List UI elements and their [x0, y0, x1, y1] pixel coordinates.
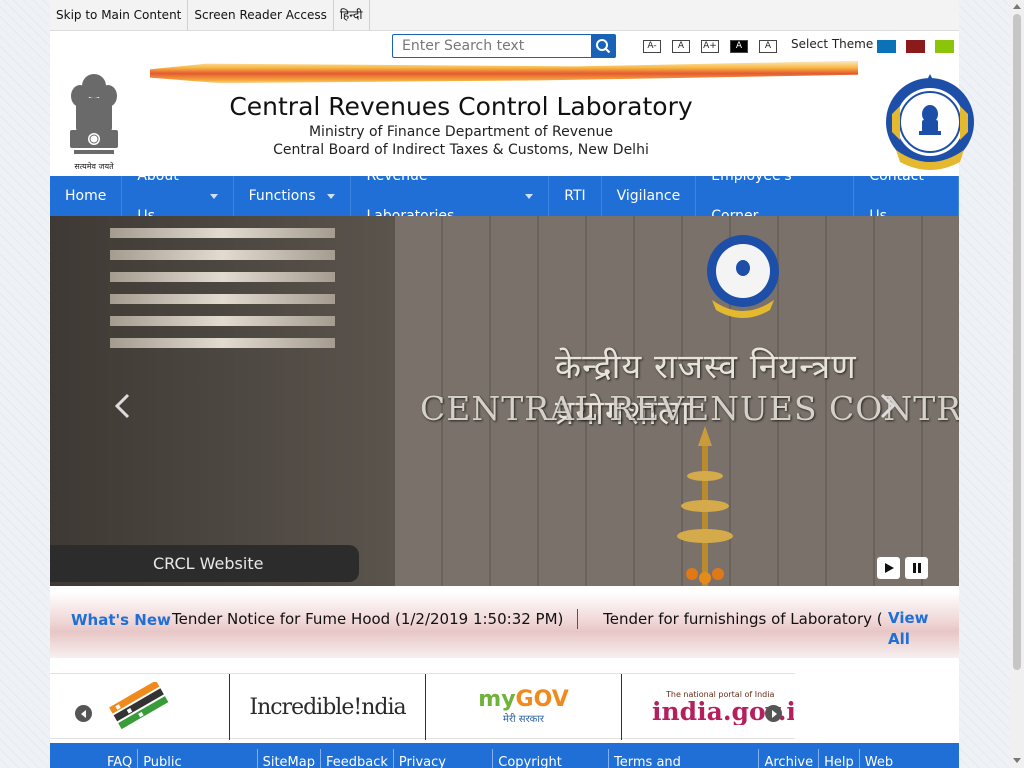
nav-home-label: Home — [65, 188, 107, 204]
font-normal-button[interactable]: A — [672, 40, 690, 53]
scroll-up-arrow-icon[interactable] — [1013, 4, 1021, 9]
page-scrollbar[interactable] — [1010, 0, 1024, 768]
footer-faq-link[interactable]: FAQ — [102, 749, 139, 768]
high-contrast-button[interactable]: A — [730, 40, 748, 53]
nav-vigilance-label: Vigilance — [616, 188, 681, 204]
decorative-slat — [110, 294, 335, 304]
whats-new-label: What's New — [71, 611, 171, 629]
nav-about-us[interactable]: About Us — [122, 168, 234, 224]
footer-privacy-policy-link[interactable]: Privacy Policy — [394, 749, 494, 768]
mygov-logo-gov: GOV — [515, 687, 569, 712]
theme-green-swatch[interactable] — [935, 40, 954, 53]
nav-employees-corner[interactable]: Employee's Corner — [696, 168, 855, 224]
mygov-tagline: मेरी सरकार — [502, 714, 545, 725]
dropdown-caret-icon — [525, 193, 534, 199]
slider-pause-button[interactable] — [905, 557, 928, 579]
nav-functions[interactable]: Functions — [234, 176, 352, 216]
news-marquee: Tender Notice for Fume Hood (1/2/2019 1:… — [168, 605, 884, 633]
news-item-link[interactable]: Tender for furnishings of Laboratory (12… — [599, 609, 884, 629]
partner-logos-carousel: Incredible!ndia myGOV मेरी सरकार The nat… — [50, 673, 795, 740]
search-icon — [596, 39, 611, 54]
skip-to-main-link[interactable]: Skip to Main Content — [50, 0, 189, 31]
slider-play-button[interactable] — [877, 557, 900, 579]
font-increase-button[interactable]: A+ — [701, 40, 719, 53]
nav-rti-label: RTI — [564, 188, 586, 204]
hindi-language-link[interactable]: हिन्दी — [334, 0, 370, 31]
accessibility-links: Skip to Main Content Screen Reader Acces… — [50, 0, 370, 31]
logos-next-button[interactable] — [765, 705, 782, 722]
footer-copyright-policy-link[interactable]: Copyright Policy — [493, 749, 610, 768]
brass-lamp-image — [677, 426, 733, 586]
site-title: Central Revenues Control Laboratory — [229, 92, 693, 121]
mygov-logo-my: my — [478, 687, 516, 712]
nav-home[interactable]: Home — [50, 176, 123, 216]
ministry-subtitle: Ministry of Finance Department of Revenu… — [308, 124, 614, 140]
india-gov-tagline: The national portal of India — [666, 689, 775, 699]
dropdown-caret-icon — [327, 193, 336, 199]
nav-contact-us[interactable]: Contact Us — [854, 168, 959, 224]
decorative-slat — [110, 316, 335, 326]
top-utility-bar: Skip to Main Content Screen Reader Acces… — [50, 0, 959, 31]
play-icon — [884, 563, 894, 573]
emblem-motto: सत्यमेव जयते — [74, 161, 114, 171]
nav-rti[interactable]: RTI — [549, 176, 602, 216]
pause-icon — [912, 563, 921, 573]
slider-prev-arrow-icon[interactable] — [108, 391, 138, 421]
decorative-slat — [110, 228, 335, 238]
footer-links: FAQ Public Grievance SiteMap Feedback Pr… — [50, 743, 959, 768]
font-decrease-button[interactable]: A- — [643, 40, 661, 53]
nav-revenue-laboratories[interactable]: Revenue Laboratories — [351, 168, 550, 224]
wall-cbic-seal — [707, 235, 779, 318]
logo-cell-incredible-india[interactable]: Incredible!ndia — [230, 674, 426, 740]
footer-terms-link[interactable]: Terms and Conditions — [609, 749, 760, 768]
footer-web-manager-link[interactable]: Web Manager — [860, 749, 959, 768]
dropdown-caret-icon — [209, 193, 218, 199]
search-box — [392, 34, 616, 58]
search-input[interactable] — [393, 35, 589, 57]
slider-next-arrow-icon[interactable] — [872, 391, 902, 421]
scrollbar-thumb[interactable] — [1013, 14, 1021, 670]
decorative-slat — [110, 272, 335, 282]
footer-sitemap-link[interactable]: SiteMap — [258, 749, 321, 768]
scroll-down-arrow-icon[interactable] — [1013, 758, 1021, 763]
footer-feedback-link[interactable]: Feedback — [321, 749, 394, 768]
decorative-slat — [110, 338, 335, 348]
page: Skip to Main Content Screen Reader Acces… — [50, 0, 974, 768]
footer-public-grievance-link[interactable]: Public Grievance — [138, 749, 258, 768]
decorative-slat — [110, 250, 335, 260]
chevron-right-icon — [771, 709, 777, 718]
theme-blue-swatch[interactable] — [877, 40, 896, 53]
normal-contrast-button[interactable]: A — [759, 40, 777, 53]
search-button[interactable] — [591, 35, 615, 57]
main-navigation: Home About Us Functions Revenue Laborato… — [50, 168, 959, 224]
chevron-left-icon — [80, 709, 86, 718]
screen-reader-link[interactable]: Screen Reader Access — [188, 0, 334, 31]
image-slider: केन्द्रीय राजस्व नियन्त्रण प्रयोगशाला CE… — [50, 216, 959, 586]
slider-caption: CRCL Website — [50, 545, 359, 582]
news-item-link[interactable]: Tender Notice for Fume Hood (1/2/2019 1:… — [168, 609, 579, 629]
theme-maroon-swatch[interactable] — [906, 40, 925, 53]
logo-cell-mygov[interactable]: myGOV मेरी सरकार — [426, 674, 622, 740]
decorative-banner-strip — [150, 60, 858, 84]
footer-help-link[interactable]: Help — [819, 749, 860, 768]
election-commission-logo — [108, 682, 168, 730]
nav-functions-label: Functions — [248, 188, 316, 204]
view-all-link[interactable]: View All — [888, 608, 938, 650]
national-emblem-logo: सत्यमेव जयते — [70, 74, 118, 171]
nav-vigilance[interactable]: Vigilance — [602, 176, 697, 216]
incredible-india-logo: Incredible!ndia — [249, 694, 406, 720]
footer-archive-link[interactable]: Archive — [759, 749, 820, 768]
select-theme-label: Select Theme — [791, 37, 874, 51]
logos-prev-button[interactable] — [75, 705, 92, 722]
whats-new-ticker: What's New Tender Notice for Fume Hood (… — [50, 592, 959, 658]
